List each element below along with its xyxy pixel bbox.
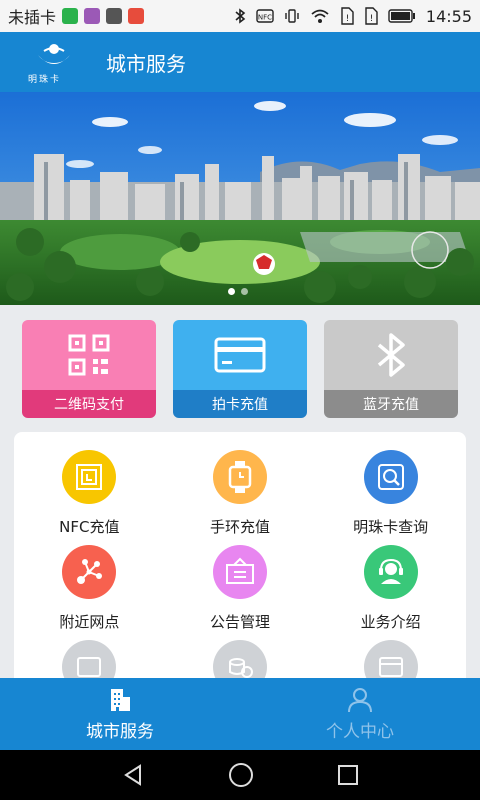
tile-icon-area <box>324 320 458 390</box>
tile-label: 拍卡充值 <box>173 390 307 418</box>
svg-text:!: ! <box>370 14 374 24</box>
tab-city-services[interactable]: 城市服务 <box>0 678 240 750</box>
service-icon-circle <box>62 545 117 599</box>
service-label: 附近网点 <box>59 613 120 631</box>
quick-actions: 二维码支付 拍卡充值 蓝牙充值 <box>22 320 458 418</box>
carousel-dot[interactable] <box>241 288 248 295</box>
service-nearby-outlets[interactable]: 附近网点 <box>14 545 165 640</box>
service-label: 明珠卡查询 <box>353 518 429 536</box>
bluetooth-recharge-button[interactable]: 蓝牙充值 <box>324 320 458 418</box>
recent-apps-icon[interactable] <box>337 764 359 786</box>
app-icon <box>128 8 145 24</box>
banner-image <box>0 92 480 305</box>
bluetooth-icon <box>377 333 405 377</box>
notice-board-icon <box>225 557 254 584</box>
service-nfc-recharge[interactable]: NFC充值 <box>14 450 165 545</box>
service-notice-management[interactable]: 公告管理 <box>165 545 316 640</box>
home-icon[interactable] <box>228 762 254 788</box>
svg-text:NFC: NFC <box>258 14 272 22</box>
vibrate-icon <box>285 9 299 23</box>
back-icon[interactable] <box>121 763 145 787</box>
carousel-indicator <box>228 288 248 295</box>
tab-label: 个人中心 <box>326 721 394 742</box>
service-icon-circle <box>363 545 418 599</box>
battery-icon <box>388 9 415 23</box>
logo-text: 明珠卡 <box>28 75 62 85</box>
nfc-icon <box>76 464 103 490</box>
service-card-query[interactable]: 明珠卡查询 <box>315 450 466 545</box>
headset-icon <box>378 558 403 584</box>
clock: 14:55 <box>425 6 472 26</box>
tab-personal-center[interactable]: 个人中心 <box>240 678 480 750</box>
page-title: 城市服务 <box>106 51 186 76</box>
service-icon-circle <box>212 545 267 599</box>
card-icon <box>214 337 266 373</box>
tile-label: 蓝牙充值 <box>324 390 458 418</box>
status-bar: 未插卡 NFC ! ! 14:55 <box>0 0 480 32</box>
brand-logo: 明珠卡 <box>24 37 84 87</box>
app-header: 明珠卡 城市服务 <box>0 32 480 92</box>
tile-icon-area <box>173 320 307 390</box>
wifi-icon <box>311 9 329 23</box>
wechat-icon <box>62 8 79 24</box>
tab-label: 城市服务 <box>86 721 154 742</box>
service-icon-circle <box>363 450 418 504</box>
person-icon <box>348 687 372 712</box>
service-label: 业务介绍 <box>360 613 421 631</box>
banner-carousel[interactable] <box>0 92 480 305</box>
camera-icon <box>106 8 123 24</box>
qrcode-pay-button[interactable]: 二维码支付 <box>22 320 156 418</box>
building-icon <box>111 688 130 711</box>
service-bracelet-recharge[interactable]: 手环充值 <box>165 450 316 545</box>
search-card-icon <box>377 464 404 490</box>
carousel-dot[interactable] <box>228 288 235 295</box>
tap-card-recharge-button[interactable]: 拍卡充值 <box>173 320 307 418</box>
service-label: NFC充值 <box>59 518 120 536</box>
smartwatch-icon <box>228 461 252 493</box>
sim-icon: ! <box>341 7 354 25</box>
bottom-navigation: 城市服务 个人中心 <box>0 678 480 750</box>
nfc-icon: NFC <box>256 9 274 23</box>
service-label: 手环充值 <box>209 518 270 536</box>
network-icon <box>77 559 103 584</box>
service-business-intro[interactable]: 业务介绍 <box>315 545 466 640</box>
system-navigation-bar <box>0 750 480 800</box>
service-icon-circle <box>62 450 117 504</box>
tile-icon-area <box>22 320 156 390</box>
bluetooth-icon <box>235 8 246 24</box>
tile-label: 二维码支付 <box>22 390 156 418</box>
service-label: 公告管理 <box>209 613 270 631</box>
sim-icon: ! <box>365 7 378 25</box>
qrcode-icon <box>68 334 110 376</box>
carrier-label: 未插卡 <box>8 8 57 27</box>
svg-text:!: ! <box>346 14 350 24</box>
service-icon-circle <box>212 450 267 504</box>
gallery-icon <box>84 8 101 24</box>
